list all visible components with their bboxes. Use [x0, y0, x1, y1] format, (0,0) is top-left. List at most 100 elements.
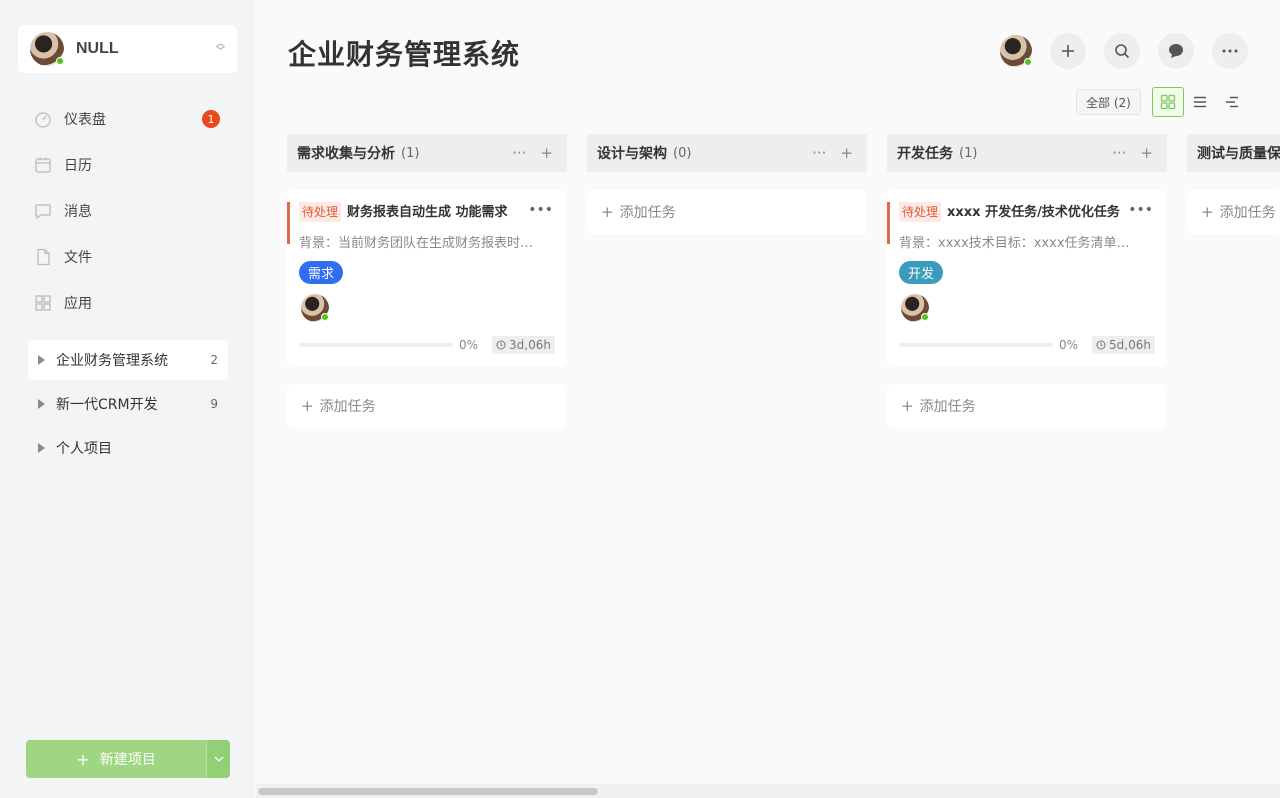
project-list: 企业财务管理系统 2 新一代CRM开发 9 个人项目 — [28, 340, 228, 472]
scrollbar-thumb[interactable] — [258, 788, 598, 795]
task-label: 开发 — [899, 261, 944, 284]
column-header: 开发任务 (1) ··· + — [887, 134, 1167, 172]
time-text: 3d,06h — [509, 338, 551, 352]
more-icon — [1222, 49, 1238, 53]
nav-item-files[interactable]: 文件 — [28, 234, 228, 280]
project-name: 新一代CRM开发 — [56, 397, 158, 413]
more-icon[interactable]: ··· — [1112, 144, 1126, 162]
plus-icon: + — [76, 749, 90, 769]
list-icon — [1194, 96, 1206, 108]
board-column: 开发任务 (1) ··· + 待处理 xxxx 开发任务/技术优化任务 ••• … — [887, 134, 1167, 428]
board-column: 需求收集与分析 (1) ··· + 待处理 财务报表自动生成 功能需求 ••• … — [287, 134, 567, 428]
task-description: 背景：当前财务团队在生成财务报表时… — [299, 236, 534, 251]
board-column: 设计与架构 (0) ··· + + 添加任务 — [587, 134, 867, 234]
plus-icon: + — [901, 397, 914, 415]
column-title: 测试与质量保 — [1197, 146, 1280, 162]
card-more-icon[interactable]: ••• — [1128, 202, 1153, 218]
status-tag: 待处理 — [299, 202, 342, 222]
add-button[interactable] — [1050, 33, 1086, 69]
project-name: 企业财务管理系统 — [56, 353, 168, 369]
gantt-icon — [1226, 96, 1238, 108]
new-project-label: 新建项目 — [99, 752, 156, 768]
add-task-button[interactable]: + 添加任务 — [587, 190, 867, 234]
nav-item-label: 应用 — [64, 296, 92, 312]
calendar-icon — [34, 156, 52, 174]
progress-row: 0% 5d,06h — [899, 336, 1155, 354]
more-icon[interactable]: ··· — [512, 144, 526, 162]
filter-dropdown[interactable]: 全部 (2) — [1076, 89, 1141, 115]
account-switcher[interactable]: NULL ︿ ﹀ — [18, 25, 237, 73]
progress-bar — [299, 343, 453, 347]
plus-icon: + — [601, 203, 614, 221]
plus-icon[interactable]: + — [840, 144, 853, 162]
time-estimate: 3d,06h — [492, 336, 555, 354]
progress-row: 0% 3d,06h — [299, 336, 555, 354]
project-count: 9 — [210, 397, 218, 411]
plus-icon[interactable]: + — [1140, 144, 1153, 162]
status-tag: 待处理 — [899, 202, 942, 222]
column-count: (1) — [401, 145, 420, 161]
progress-text: 0% — [459, 338, 479, 352]
column-title: 需求收集与分析 — [297, 146, 395, 162]
more-icon[interactable]: ··· — [812, 144, 826, 162]
task-card[interactable]: 待处理 财务报表自动生成 功能需求 ••• 背景：当前财务团队在生成财务报表时…… — [287, 190, 567, 366]
clock-icon — [496, 340, 506, 350]
add-task-label: 添加任务 — [919, 399, 976, 415]
card-more-icon[interactable]: ••• — [528, 202, 553, 218]
project-item[interactable]: 个人项目 — [28, 428, 228, 468]
column-count: (1) — [959, 145, 978, 161]
task-card[interactable]: 待处理 xxxx 开发任务/技术优化任务 ••• 背景：xxxx技术目标：xxx… — [887, 190, 1167, 366]
task-label: 需求 — [299, 261, 344, 284]
assignee-avatar[interactable] — [301, 294, 329, 322]
nav-item-calendar[interactable]: 日历 — [28, 142, 228, 188]
nav-item-label: 日历 — [64, 158, 92, 174]
online-indicator — [321, 313, 329, 321]
time-estimate: 5d,06h — [1092, 336, 1155, 354]
list-view-button[interactable] — [1184, 87, 1216, 117]
caret-right-icon[interactable] — [38, 399, 45, 409]
nav-item-dashboard[interactable]: 仪表盘 1 — [28, 96, 228, 142]
apps-icon — [34, 294, 52, 312]
notification-badge: 1 — [202, 110, 220, 128]
column-title: 设计与架构 — [597, 146, 667, 162]
new-project-control: + 新建项目 — [26, 740, 230, 778]
add-task-button[interactable]: + 添加任务 — [887, 384, 1167, 428]
progress-text: 0% — [1059, 338, 1079, 352]
nav-item-messages[interactable]: 消息 — [28, 188, 228, 234]
new-project-button[interactable]: + 新建项目 — [26, 740, 206, 778]
plus-icon: + — [301, 397, 314, 415]
project-item[interactable]: 新一代CRM开发 9 — [28, 384, 228, 424]
time-text: 5d,06h — [1109, 338, 1151, 352]
chat-icon — [1169, 44, 1183, 58]
project-item[interactable]: 企业财务管理系统 2 — [28, 340, 228, 380]
chevron-up-down-icon: ︿ ﹀ — [215, 39, 225, 57]
nav-item-apps[interactable]: 应用 — [28, 280, 228, 326]
plus-icon[interactable]: + — [540, 144, 553, 162]
gantt-view-button[interactable] — [1216, 87, 1248, 117]
column-header: 需求收集与分析 (1) ··· + — [287, 134, 567, 172]
board-view-button[interactable] — [1152, 87, 1184, 117]
board-column: 测试与质量保 + 添加任务 — [1187, 134, 1280, 234]
task-title: 待处理 xxxx 开发任务/技术优化任务 — [899, 202, 1155, 223]
project-name: 个人项目 — [56, 441, 112, 457]
column-header: 测试与质量保 — [1187, 134, 1280, 172]
task-title-text: 财务报表自动生成 功能需求 — [347, 205, 508, 220]
search-icon — [1115, 44, 1130, 59]
chat-button[interactable] — [1158, 33, 1194, 69]
task-title-text: xxxx 开发任务/技术优化任务 — [947, 205, 1120, 220]
caret-right-icon[interactable] — [38, 355, 45, 365]
plus-icon: + — [1201, 203, 1214, 221]
user-avatar — [30, 32, 64, 66]
add-task-button[interactable]: + 添加任务 — [287, 384, 567, 428]
new-project-dropdown[interactable] — [206, 740, 230, 778]
grid-icon — [1160, 94, 1176, 110]
assignee-avatar[interactable] — [901, 294, 929, 322]
add-task-label: 添加任务 — [619, 205, 676, 221]
more-button[interactable] — [1212, 33, 1248, 69]
search-button[interactable] — [1104, 33, 1140, 69]
horizontal-scrollbar[interactable] — [256, 784, 1280, 798]
member-avatar[interactable] — [1000, 35, 1032, 67]
add-task-button[interactable]: + 添加任务 — [1187, 190, 1280, 234]
add-task-label: 添加任务 — [1219, 205, 1276, 221]
caret-right-icon[interactable] — [38, 443, 45, 453]
